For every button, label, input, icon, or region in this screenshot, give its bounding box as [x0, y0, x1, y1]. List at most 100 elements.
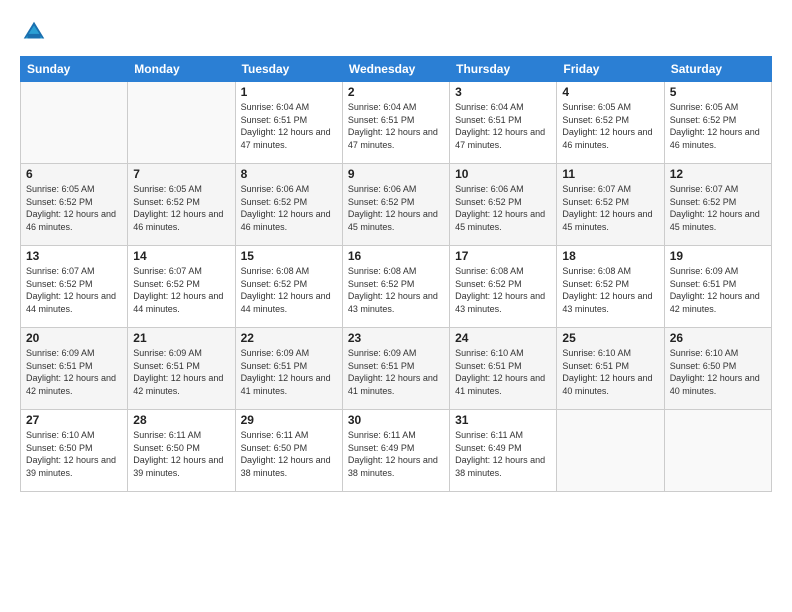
day-number: 16 — [348, 249, 444, 263]
calendar-cell: 1 Sunrise: 6:04 AMSunset: 6:51 PMDaylight… — [235, 82, 342, 164]
day-info: Sunrise: 6:04 AMSunset: 6:51 PMDaylight:… — [455, 101, 551, 151]
day-number: 2 — [348, 85, 444, 99]
day-number: 24 — [455, 331, 551, 345]
day-info: Sunrise: 6:11 AMSunset: 6:49 PMDaylight:… — [455, 429, 551, 479]
header — [20, 18, 772, 46]
day-info: Sunrise: 6:08 AMSunset: 6:52 PMDaylight:… — [562, 265, 658, 315]
day-number: 14 — [133, 249, 229, 263]
calendar-cell: 12 Sunrise: 6:07 AMSunset: 6:52 PMDayligh… — [664, 164, 771, 246]
day-info: Sunrise: 6:08 AMSunset: 6:52 PMDaylight:… — [241, 265, 337, 315]
calendar-cell: 29 Sunrise: 6:11 AMSunset: 6:50 PMDayligh… — [235, 410, 342, 492]
calendar-cell: 3 Sunrise: 6:04 AMSunset: 6:51 PMDaylight… — [450, 82, 557, 164]
day-info: Sunrise: 6:10 AMSunset: 6:51 PMDaylight:… — [562, 347, 658, 397]
calendar-cell: 23 Sunrise: 6:09 AMSunset: 6:51 PMDayligh… — [342, 328, 449, 410]
day-number: 3 — [455, 85, 551, 99]
day-info: Sunrise: 6:11 AMSunset: 6:50 PMDaylight:… — [133, 429, 229, 479]
calendar-cell: 11 Sunrise: 6:07 AMSunset: 6:52 PMDayligh… — [557, 164, 664, 246]
day-number: 7 — [133, 167, 229, 181]
day-number: 31 — [455, 413, 551, 427]
day-number: 17 — [455, 249, 551, 263]
calendar-cell: 22Sunrise: 6:09 AMSunset: 6:51 PMDayligh… — [235, 328, 342, 410]
weekday-header-saturday: Saturday — [664, 57, 771, 82]
calendar-cell: 15 Sunrise: 6:08 AMSunset: 6:52 PMDayligh… — [235, 246, 342, 328]
day-number: 18 — [562, 249, 658, 263]
day-number: 5 — [670, 85, 766, 99]
day-number: 19 — [670, 249, 766, 263]
day-info: Sunrise: 6:06 AMSunset: 6:52 PMDaylight:… — [455, 183, 551, 233]
calendar-cell: 19 Sunrise: 6:09 AMSunset: 6:51 PMDayligh… — [664, 246, 771, 328]
day-number: 1 — [241, 85, 337, 99]
calendar-week-row: 27 Sunrise: 6:10 AMSunset: 6:50 PMDayligh… — [21, 410, 772, 492]
calendar-cell: 9 Sunrise: 6:06 AMSunset: 6:52 PMDaylight… — [342, 164, 449, 246]
calendar-cell: 8Sunrise: 6:06 AMSunset: 6:52 PMDaylight… — [235, 164, 342, 246]
day-number: 4 — [562, 85, 658, 99]
calendar-week-row: 6Sunrise: 6:05 AMSunset: 6:52 PMDaylight… — [21, 164, 772, 246]
day-number: 20 — [26, 331, 122, 345]
day-info: Sunrise: 6:08 AMSunset: 6:52 PMDaylight:… — [455, 265, 551, 315]
calendar-cell: 16 Sunrise: 6:08 AMSunset: 6:52 PMDayligh… — [342, 246, 449, 328]
day-number: 12 — [670, 167, 766, 181]
calendar-cell: 13Sunrise: 6:07 AMSunset: 6:52 PMDayligh… — [21, 246, 128, 328]
day-info: Sunrise: 6:05 AMSunset: 6:52 PMDaylight:… — [562, 101, 658, 151]
day-info: Sunrise: 6:06 AMSunset: 6:52 PMDaylight:… — [241, 183, 337, 233]
calendar-cell: 5 Sunrise: 6:05 AMSunset: 6:52 PMDaylight… — [664, 82, 771, 164]
day-number: 26 — [670, 331, 766, 345]
day-number: 27 — [26, 413, 122, 427]
calendar-cell: 17 Sunrise: 6:08 AMSunset: 6:52 PMDayligh… — [450, 246, 557, 328]
day-info: Sunrise: 6:05 AMSunset: 6:52 PMDaylight:… — [670, 101, 766, 151]
day-number: 28 — [133, 413, 229, 427]
calendar-header-row: SundayMondayTuesdayWednesdayThursdayFrid… — [21, 57, 772, 82]
calendar-cell: 7 Sunrise: 6:05 AMSunset: 6:52 PMDaylight… — [128, 164, 235, 246]
day-info: Sunrise: 6:09 AMSunset: 6:51 PMDaylight:… — [670, 265, 766, 315]
day-info: Sunrise: 6:11 AMSunset: 6:50 PMDaylight:… — [241, 429, 337, 479]
day-info: Sunrise: 6:11 AMSunset: 6:49 PMDaylight:… — [348, 429, 444, 479]
calendar-cell: 30 Sunrise: 6:11 AMSunset: 6:49 PMDayligh… — [342, 410, 449, 492]
day-info: Sunrise: 6:08 AMSunset: 6:52 PMDaylight:… — [348, 265, 444, 315]
day-number: 25 — [562, 331, 658, 345]
calendar-cell: 28 Sunrise: 6:11 AMSunset: 6:50 PMDayligh… — [128, 410, 235, 492]
calendar-cell — [128, 82, 235, 164]
day-info: Sunrise: 6:10 AMSunset: 6:50 PMDaylight:… — [26, 429, 122, 479]
calendar-table: SundayMondayTuesdayWednesdayThursdayFrid… — [20, 56, 772, 492]
day-info: Sunrise: 6:07 AMSunset: 6:52 PMDaylight:… — [670, 183, 766, 233]
weekday-header-tuesday: Tuesday — [235, 57, 342, 82]
calendar-cell: 31 Sunrise: 6:11 AMSunset: 6:49 PMDayligh… — [450, 410, 557, 492]
day-info: Sunrise: 6:04 AMSunset: 6:51 PMDaylight:… — [241, 101, 337, 151]
calendar-cell: 4 Sunrise: 6:05 AMSunset: 6:52 PMDaylight… — [557, 82, 664, 164]
logo — [20, 18, 50, 46]
day-number: 11 — [562, 167, 658, 181]
logo-icon — [20, 18, 48, 46]
weekday-header-wednesday: Wednesday — [342, 57, 449, 82]
day-info: Sunrise: 6:09 AMSunset: 6:51 PMDaylight:… — [241, 347, 337, 397]
day-number: 15 — [241, 249, 337, 263]
weekday-header-sunday: Sunday — [21, 57, 128, 82]
calendar-cell: 20Sunrise: 6:09 AMSunset: 6:51 PMDayligh… — [21, 328, 128, 410]
day-number: 30 — [348, 413, 444, 427]
page: SundayMondayTuesdayWednesdayThursdayFrid… — [0, 0, 792, 612]
weekday-header-monday: Monday — [128, 57, 235, 82]
day-info: Sunrise: 6:10 AMSunset: 6:51 PMDaylight:… — [455, 347, 551, 397]
calendar-week-row: 1 Sunrise: 6:04 AMSunset: 6:51 PMDaylight… — [21, 82, 772, 164]
calendar-cell: 10Sunrise: 6:06 AMSunset: 6:52 PMDayligh… — [450, 164, 557, 246]
day-info: Sunrise: 6:05 AMSunset: 6:52 PMDaylight:… — [133, 183, 229, 233]
day-number: 9 — [348, 167, 444, 181]
day-info: Sunrise: 6:07 AMSunset: 6:52 PMDaylight:… — [133, 265, 229, 315]
calendar-cell: 14 Sunrise: 6:07 AMSunset: 6:52 PMDayligh… — [128, 246, 235, 328]
calendar-cell — [557, 410, 664, 492]
day-info: Sunrise: 6:04 AMSunset: 6:51 PMDaylight:… — [348, 101, 444, 151]
calendar-cell: 18 Sunrise: 6:08 AMSunset: 6:52 PMDayligh… — [557, 246, 664, 328]
calendar-cell — [664, 410, 771, 492]
day-number: 23 — [348, 331, 444, 345]
calendar-cell: 25 Sunrise: 6:10 AMSunset: 6:51 PMDayligh… — [557, 328, 664, 410]
day-info: Sunrise: 6:09 AMSunset: 6:51 PMDaylight:… — [348, 347, 444, 397]
day-number: 21 — [133, 331, 229, 345]
calendar-cell — [21, 82, 128, 164]
day-info: Sunrise: 6:09 AMSunset: 6:51 PMDaylight:… — [133, 347, 229, 397]
day-number: 29 — [241, 413, 337, 427]
calendar-week-row: 13Sunrise: 6:07 AMSunset: 6:52 PMDayligh… — [21, 246, 772, 328]
day-info: Sunrise: 6:06 AMSunset: 6:52 PMDaylight:… — [348, 183, 444, 233]
calendar-week-row: 20 Sunrise: 6:09 AMSunset: 6:51 PMDayligh… — [21, 328, 772, 410]
weekday-header-thursday: Thursday — [450, 57, 557, 82]
day-info: Sunrise: 6:07 AMSunset: 6:52 PMDaylight:… — [562, 183, 658, 233]
calendar-cell: 26Sunrise: 6:10 AMSunset: 6:50 PMDayligh… — [664, 328, 771, 410]
